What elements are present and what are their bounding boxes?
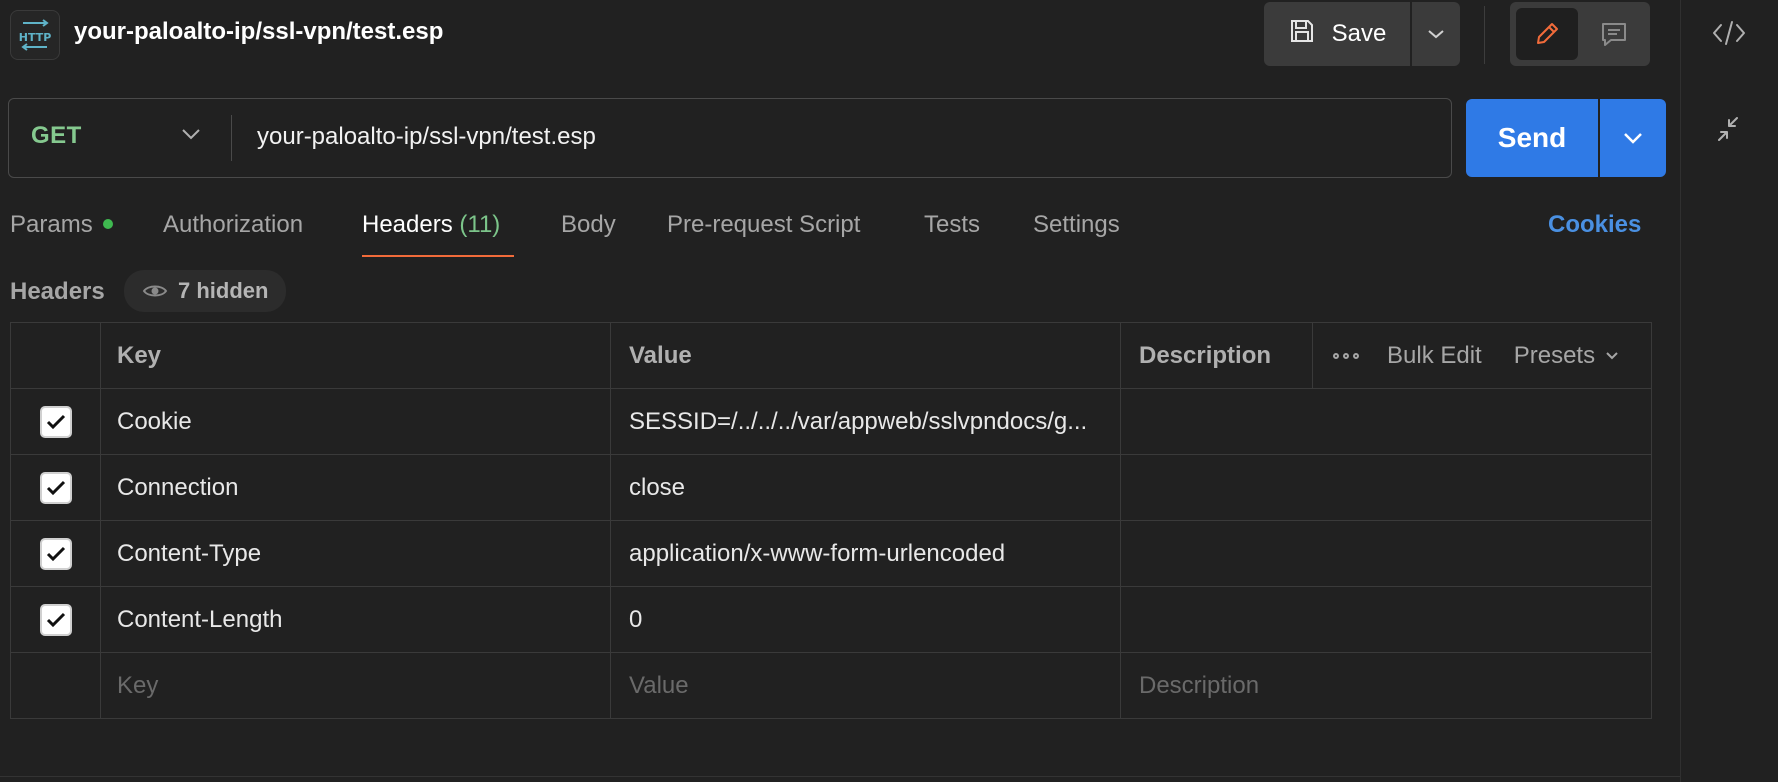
save-icon	[1288, 17, 1316, 52]
mode-toggle	[1510, 2, 1650, 66]
tab-prerequest-script[interactable]: Pre-request Script	[667, 211, 860, 239]
header-description-cell[interactable]	[1121, 455, 1651, 520]
header-value-cell[interactable]: close	[611, 455, 1121, 520]
table-row: Content-Length 0	[11, 587, 1651, 653]
row-enabled-checkbox[interactable]	[39, 405, 72, 438]
table-row: Connection close	[11, 455, 1651, 521]
row-checkbox-cell	[11, 521, 101, 586]
table-row: Content-Type application/x-www-form-urle…	[11, 521, 1651, 587]
save-label: Save	[1331, 20, 1387, 47]
tab-headers[interactable]: Headers (11)	[362, 211, 500, 239]
method-select[interactable]: GET	[31, 122, 82, 150]
new-key-input[interactable]: Key	[101, 653, 611, 718]
save-options-button[interactable]	[1412, 2, 1460, 66]
header-description-cell[interactable]	[1121, 521, 1651, 586]
header-checkbox-cell	[11, 323, 101, 388]
save-button-group: Save	[1264, 2, 1460, 66]
row-enabled-checkbox[interactable]	[39, 537, 72, 570]
code-snippet-icon[interactable]	[1711, 18, 1747, 53]
hidden-headers-toggle[interactable]: 7 hidden	[124, 270, 287, 312]
presets-label: Presets	[1513, 341, 1596, 369]
hidden-count-label: 7 hidden	[178, 278, 269, 303]
pencil-icon	[1537, 23, 1558, 44]
tab-label: Headers	[362, 211, 453, 238]
more-options-icon[interactable]	[1333, 352, 1361, 359]
headers-table: Key Value Description Bulk Edit Presets …	[10, 322, 1652, 719]
tab-label: Params	[10, 211, 93, 238]
new-description-input[interactable]: Description	[1121, 653, 1651, 718]
table-tools: Bulk Edit Presets	[1313, 323, 1651, 388]
bulk-edit-button[interactable]: Bulk Edit	[1387, 342, 1482, 370]
row-enabled-checkbox[interactable]	[39, 471, 72, 504]
cookies-link[interactable]: Cookies	[1548, 211, 1641, 239]
row-checkbox-cell	[11, 653, 101, 718]
save-button[interactable]: Save	[1264, 2, 1410, 66]
header-value-cell[interactable]: 0	[611, 587, 1121, 652]
params-indicator-dot	[102, 218, 113, 229]
header-key-cell[interactable]: Content-Length	[101, 587, 611, 652]
checkmark-icon	[46, 546, 65, 561]
tab-settings[interactable]: Settings	[1033, 211, 1120, 239]
url-input[interactable]: your-paloalto-ip/ssl-vpn/test.esp	[257, 123, 596, 151]
send-button[interactable]: Send	[1466, 99, 1598, 177]
comment-icon	[1602, 23, 1626, 46]
header-value-cell[interactable]: SESSID=/../../../var/appweb/sslvpndocs/g…	[611, 389, 1121, 454]
header-key-cell[interactable]: Cookie	[101, 389, 611, 454]
edit-mode-button[interactable]	[1516, 8, 1578, 60]
header-value-text: SESSID=/../../../var/appweb/sslvpndocs/g…	[629, 407, 1088, 435]
url-bar: GET your-paloalto-ip/ssl-vpn/test.esp	[8, 98, 1452, 178]
eye-icon	[142, 285, 168, 297]
header-key-cell[interactable]: Content-Type	[101, 521, 611, 586]
column-header-description: Description	[1121, 323, 1313, 388]
right-sidebar	[1680, 0, 1778, 782]
column-header-key: Key	[101, 323, 611, 388]
tab-authorization[interactable]: Authorization	[163, 211, 303, 239]
chevron-down-icon	[1624, 133, 1642, 144]
collapse-icon[interactable]	[1713, 114, 1743, 149]
new-value-input[interactable]: Value	[611, 653, 1121, 718]
checkmark-icon	[46, 414, 65, 429]
header-description-cell[interactable]	[1121, 389, 1651, 454]
row-checkbox-cell	[11, 587, 101, 652]
panel-divider	[0, 776, 1680, 777]
presets-dropdown[interactable]: Presets	[1514, 342, 1619, 370]
send-options-button[interactable]	[1600, 99, 1666, 177]
tab-body[interactable]: Body	[561, 211, 616, 239]
request-editor: HTTP your-paloalto-ip/ssl-vpn/test.esp S…	[0, 0, 1680, 782]
header-value-cell[interactable]: application/x-www-form-urlencoded	[611, 521, 1121, 586]
tab-tests[interactable]: Tests	[924, 211, 980, 239]
active-tab-indicator	[362, 255, 514, 257]
headers-count: (11)	[459, 211, 501, 238]
chevron-down-icon[interactable]	[181, 127, 201, 146]
send-button-group: Send	[1466, 99, 1666, 177]
column-header-value: Value	[611, 323, 1121, 388]
row-checkbox-cell	[11, 389, 101, 454]
tab-params[interactable]: Params	[10, 211, 113, 239]
checkmark-icon	[46, 480, 65, 495]
url-divider	[231, 115, 232, 161]
chevron-down-icon	[1428, 30, 1444, 39]
comment-mode-button[interactable]	[1584, 8, 1644, 60]
table-row: Cookie SESSID=/../../../var/appweb/sslvp…	[11, 389, 1651, 455]
toolbar-divider	[1484, 6, 1485, 64]
checkmark-icon	[46, 612, 65, 627]
chevron-down-icon	[1606, 351, 1618, 359]
request-title[interactable]: your-paloalto-ip/ssl-vpn/test.esp	[74, 18, 443, 46]
svg-text:HTTP: HTTP	[19, 31, 52, 44]
row-enabled-checkbox[interactable]	[39, 603, 72, 636]
new-header-row: Key Value Description	[11, 653, 1651, 718]
row-checkbox-cell	[11, 455, 101, 520]
http-request-icon: HTTP	[10, 10, 60, 60]
headers-section-title: Headers	[10, 278, 105, 305]
header-key-cell[interactable]: Connection	[101, 455, 611, 520]
table-header-row: Key Value Description Bulk Edit Presets	[11, 323, 1651, 389]
header-description-cell[interactable]	[1121, 587, 1651, 652]
